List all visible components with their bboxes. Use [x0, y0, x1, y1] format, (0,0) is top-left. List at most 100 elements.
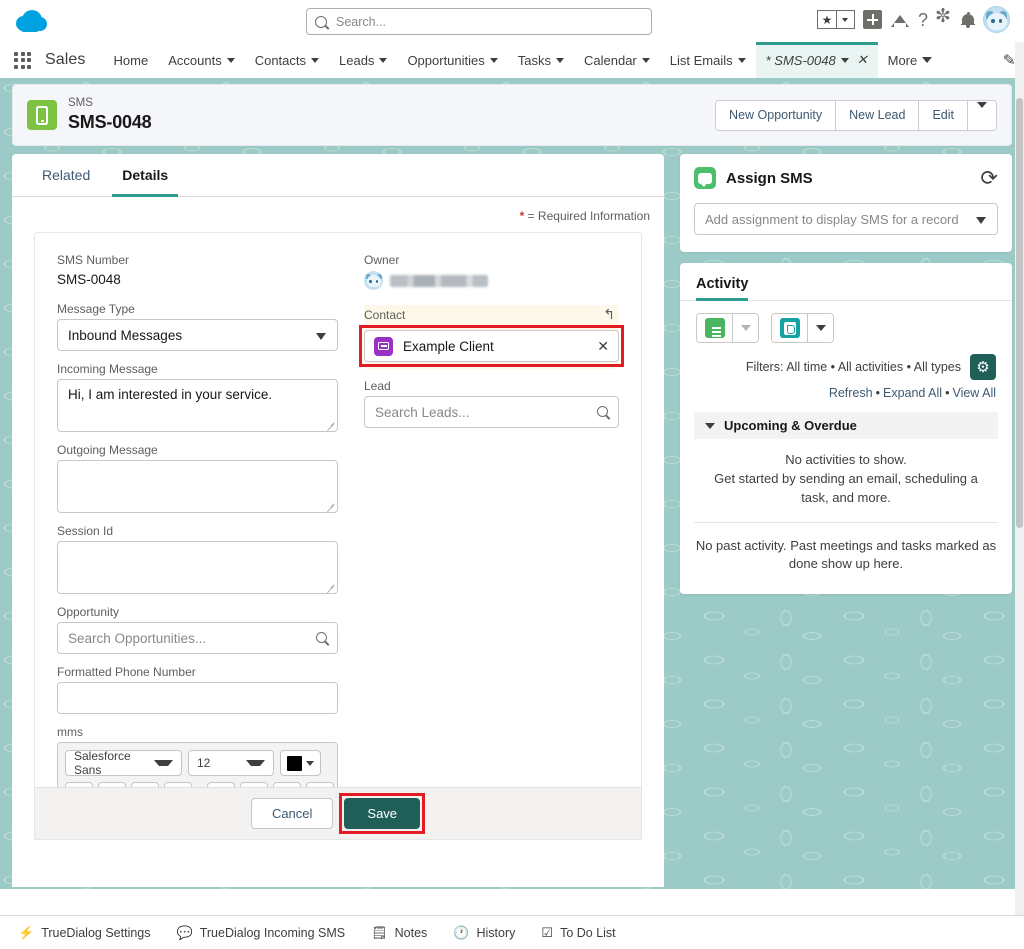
utility-history[interactable]: 🕐 History — [453, 925, 515, 941]
field-value: Hi, I am interested in your service. — [68, 387, 273, 402]
owner-name-redacted — [390, 274, 488, 287]
add-icon[interactable] — [862, 10, 882, 29]
required-info-text: = Required Information — [527, 209, 650, 223]
lead-lookup-input[interactable]: Search Leads... — [364, 396, 619, 428]
field-outgoing-message: Outgoing Message — [57, 443, 338, 513]
salesforce-cloud-logo[interactable] — [14, 9, 48, 33]
search-input[interactable] — [334, 13, 643, 30]
refresh-icon[interactable]: ⟳ — [980, 168, 998, 189]
page-body: SMS SMS-0048 New Opportunity New Lead Ed… — [0, 78, 1024, 889]
nav-label: Calendar — [584, 52, 637, 68]
gear-icon[interactable]: ⚙ — [970, 354, 996, 380]
favorites-dropdown-icon[interactable] — [835, 10, 855, 29]
resize-handle-icon[interactable] — [326, 582, 335, 591]
chevron-down-icon — [815, 325, 826, 331]
nav-label: List Emails — [669, 52, 733, 68]
field-label: Owner — [364, 253, 400, 267]
new-opportunity-button[interactable]: New Opportunity — [716, 100, 837, 130]
upcoming-overdue-section[interactable]: Upcoming & Overdue — [694, 412, 998, 439]
field-label: SMS Number — [57, 253, 130, 267]
nav-item-leads[interactable]: Leads — [329, 42, 397, 78]
nav-item-home[interactable]: Home — [104, 42, 159, 78]
utility-label: Notes — [394, 925, 428, 940]
undo-icon[interactable]: ↰ — [603, 306, 615, 323]
outgoing-message-textarea[interactable] — [57, 460, 338, 513]
field-label: Contact — [364, 308, 406, 322]
detail-tabs: Related Details — [12, 154, 664, 197]
link-separator: • — [875, 386, 880, 400]
global-search[interactable] — [306, 8, 652, 35]
guidance-icon[interactable] — [890, 11, 910, 29]
tab-details[interactable]: Details — [106, 154, 184, 197]
new-lead-button[interactable]: New Lead — [836, 100, 920, 130]
nav-item-calendar[interactable]: Calendar — [574, 42, 660, 78]
new-task-button[interactable] — [697, 314, 732, 342]
user-avatar[interactable] — [983, 6, 1010, 33]
utility-truedialog-settings[interactable]: ⚡ TrueDialog Settings — [18, 925, 151, 941]
text-color-picker[interactable] — [280, 750, 321, 776]
clear-contact-icon[interactable]: ✕ — [597, 339, 609, 353]
more-actions-button[interactable] — [968, 100, 996, 130]
activity-filters-row: Filters: All time • All activities • All… — [680, 343, 1012, 380]
notifications-bell-icon[interactable] — [961, 12, 975, 28]
resize-handle-icon[interactable] — [326, 501, 335, 510]
page-scrollbar[interactable] — [1015, 42, 1024, 915]
font-family-select[interactable]: Salesforce Sans — [65, 749, 182, 777]
close-tab-icon[interactable]: ✕ — [857, 52, 868, 68]
selected-value: Inbound Messages — [68, 327, 183, 343]
tab-activity[interactable]: Activity — [696, 276, 749, 301]
favorites-star-icon[interactable]: ★ — [816, 10, 836, 29]
expand-all-link[interactable]: Expand All — [883, 386, 942, 400]
nav-item-contacts[interactable]: Contacts — [245, 42, 329, 78]
nav-item-accounts[interactable]: Accounts — [158, 42, 244, 78]
cancel-button[interactable]: Cancel — [250, 798, 334, 829]
log-a-call-dropdown[interactable] — [807, 314, 833, 342]
nav-label: Tasks — [517, 52, 551, 68]
contact-lookup-input[interactable]: Example Client ✕ — [364, 330, 619, 362]
form-columns: SMS Number SMS-0048 Message Type Inbound… — [35, 233, 641, 839]
utility-truedialog-incoming-sms[interactable]: 💬 TrueDialog Incoming SMS — [177, 925, 346, 941]
assignment-select[interactable]: Add assignment to display SMS for a reco… — [694, 203, 998, 235]
opportunity-lookup-input[interactable]: Search Opportunities... — [57, 622, 338, 654]
new-task-dropdown[interactable] — [732, 314, 758, 342]
app-name[interactable]: Sales — [45, 42, 86, 78]
right-sidebar: Assign SMS ⟳ Add assignment to display S… — [680, 154, 1012, 605]
log-a-call-button[interactable] — [772, 314, 807, 342]
nav-item-sms-0048[interactable]: * SMS-0048 ✕ — [755, 42, 878, 78]
utility-to-do-list[interactable]: ☑ To Do List — [541, 925, 615, 941]
session-id-textarea[interactable] — [57, 541, 338, 594]
chevron-down-icon[interactable] — [840, 57, 849, 63]
incoming-message-textarea[interactable]: Hi, I am interested in your service. — [57, 379, 338, 432]
tab-related[interactable]: Related — [26, 154, 106, 196]
formatted-phone-number-input[interactable] — [57, 682, 338, 714]
nav-item-list-emails[interactable]: List Emails — [660, 42, 756, 78]
rte-toolbar-row-font: Salesforce Sans 12 — [65, 749, 330, 777]
scrollbar-thumb[interactable] — [1016, 98, 1023, 528]
chevron-down-icon — [316, 333, 326, 340]
nav-item-tasks[interactable]: Tasks — [508, 42, 574, 78]
nav-item-opportunities[interactable]: Opportunities — [397, 42, 507, 78]
record-form: SMS Number SMS-0048 Message Type Inbound… — [34, 232, 642, 840]
message-type-select[interactable]: Inbound Messages — [57, 319, 338, 351]
edit-button[interactable]: Edit — [919, 100, 968, 130]
search-icon — [597, 406, 608, 417]
save-button[interactable]: Save — [344, 798, 421, 829]
favorites-group[interactable]: ★ — [816, 10, 855, 29]
owner-value[interactable] — [364, 270, 619, 294]
setup-gear-icon[interactable] — [935, 5, 953, 28]
nav-item-more[interactable]: More — [878, 42, 943, 78]
app-launcher-icon[interactable] — [14, 51, 36, 69]
field-label: Formatted Phone Number — [57, 665, 196, 679]
clock-icon: 🕐 — [453, 924, 470, 940]
chevron-down-icon — [226, 57, 235, 63]
utility-notes[interactable]: 🗒 Notes — [371, 925, 427, 941]
contact-highlight-box: Example Client ✕ — [359, 325, 624, 367]
view-all-link[interactable]: View All — [952, 386, 996, 400]
sms-icon — [694, 167, 716, 189]
font-size-select[interactable]: 12 — [188, 750, 274, 776]
record-header-text: SMS SMS-0048 — [68, 96, 152, 133]
refresh-link[interactable]: Refresh — [829, 386, 873, 400]
resize-handle-icon[interactable] — [326, 420, 335, 429]
record-object-type: SMS — [68, 97, 93, 110]
help-icon[interactable]: ? — [918, 11, 928, 29]
